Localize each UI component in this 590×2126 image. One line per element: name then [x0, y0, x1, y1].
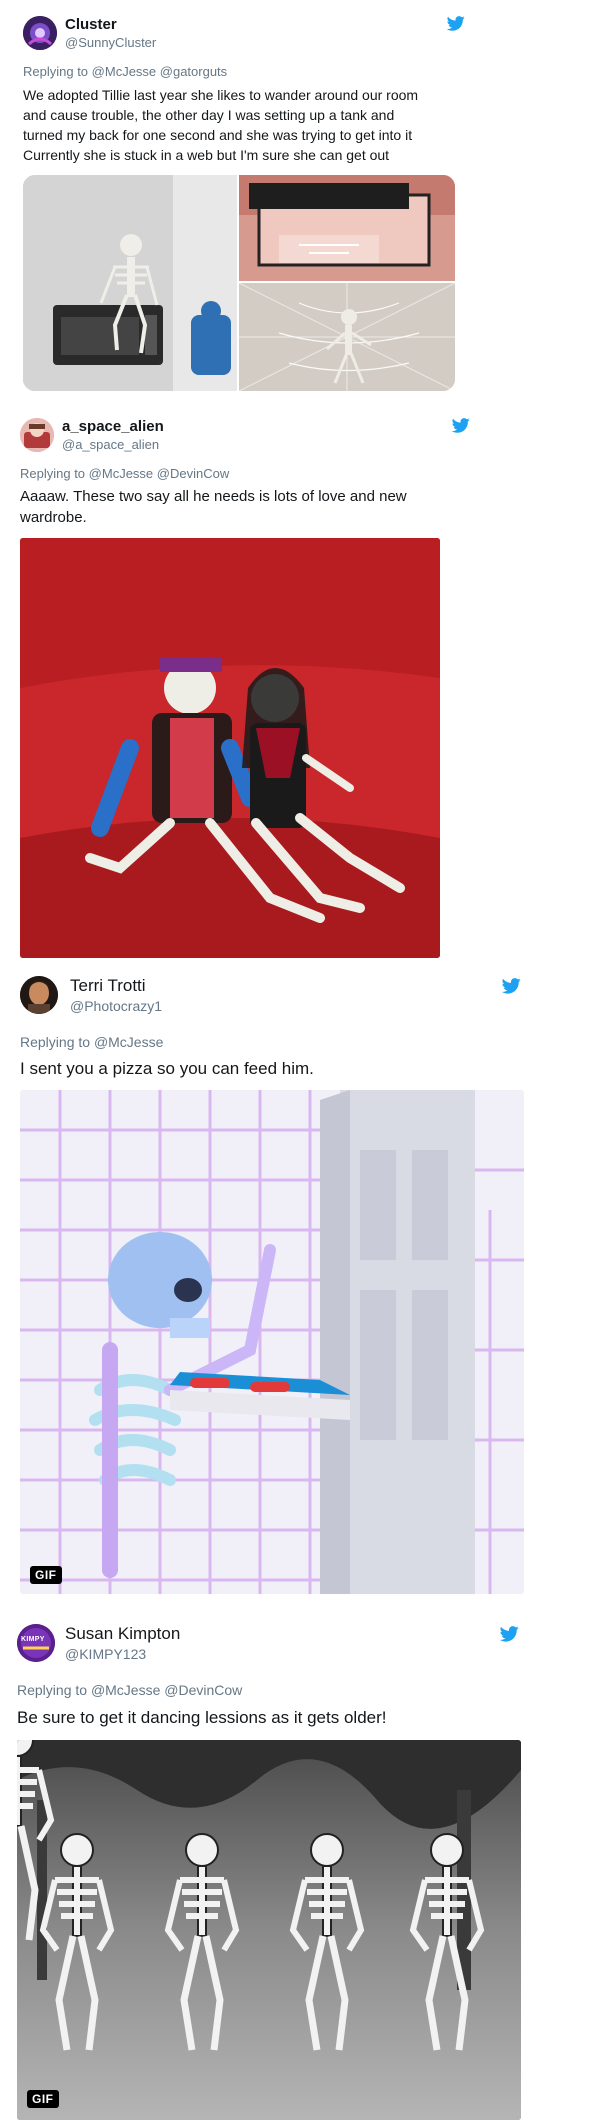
tweet-text: Be sure to get it dancing lessions as it… [17, 1706, 537, 1730]
gif-badge: GIF [30, 1566, 62, 1584]
avatar[interactable] [20, 976, 58, 1014]
user-handle[interactable]: @Photocrazy1 [70, 998, 162, 1014]
skeleton-in-spider-web-photo[interactable] [238, 282, 455, 391]
reply-mentions[interactable]: @McJesse [94, 1034, 163, 1050]
twitter-bird-icon[interactable] [501, 978, 521, 999]
tweet-text-line: I sent you a pizza so you can feed him. [20, 1059, 314, 1078]
replying-to: Replying to @McJesse @DevinCow [17, 1682, 242, 1698]
reply-mentions[interactable]: @McJesse @DevinCow [89, 466, 230, 481]
display-name[interactable]: Cluster [65, 16, 117, 33]
dancing-skeletons-cartoon-gif[interactable]: GIF [17, 1740, 521, 2120]
media-grid [23, 175, 455, 391]
user-handle[interactable]: @a_space_alien [62, 437, 159, 452]
tweet-text-line: Currently she is stuck in a web but I'm … [23, 147, 390, 163]
display-name[interactable]: a_space_alien [62, 418, 164, 435]
replying-prefix: Replying to [17, 1682, 88, 1698]
twitter-bird-icon[interactable] [446, 16, 465, 36]
twitter-bird-icon[interactable] [499, 1626, 519, 1647]
tweet-text: We adopted Tillie last year she likes to… [23, 85, 483, 165]
reply-mentions[interactable]: @McJesse @gatorguts [92, 64, 228, 79]
tweet-card[interactable]: KIMPY Susan Kimpton @KIMPY123 Replying t… [0, 1602, 590, 2126]
tweet-text-line: Be sure to get it dancing lessions as it… [17, 1708, 387, 1727]
avatar-text: KIMPY [21, 1636, 45, 1643]
tweet-text-line: turned my back for one second and she wa… [23, 127, 413, 143]
replying-prefix: Replying to [23, 64, 89, 79]
twitter-bird-icon[interactable] [451, 418, 470, 438]
replying-prefix: Replying to [20, 466, 86, 481]
display-name[interactable]: Susan Kimpton [65, 1624, 180, 1644]
avatar[interactable] [23, 16, 57, 50]
tweet-text: Aaaaw. These two say all he needs is lot… [20, 486, 460, 528]
replying-to: Replying to @McJesse @gatorguts [23, 64, 227, 79]
skeleton-in-fish-tank-photo[interactable] [239, 175, 455, 281]
skeleton-on-toaster-oven-photo[interactable] [23, 175, 237, 391]
tweet-text-line: and cause trouble, the other day I was s… [23, 107, 395, 123]
tweet-card[interactable]: Terri Trotti @Photocrazy1 Replying to @M… [0, 962, 590, 1602]
user-handle[interactable]: @SunnyCluster [65, 35, 156, 50]
tweet-text: I sent you a pizza so you can feed him. [20, 1057, 520, 1081]
two-dressed-skeletons-on-red-couch-photo[interactable] [20, 538, 440, 958]
skeleton-delivering-pizza-gif[interactable]: GIF [20, 1090, 524, 1594]
replying-to: Replying to @McJesse [20, 1034, 163, 1050]
gif-badge: GIF [27, 2090, 59, 2108]
display-name[interactable]: Terri Trotti [70, 976, 146, 996]
avatar[interactable]: KIMPY [17, 1624, 55, 1662]
reply-mentions[interactable]: @McJesse @DevinCow [91, 1682, 242, 1698]
tweet-text-line: wardrobe. [20, 509, 87, 526]
tweet-text-line: Aaaaw. These two say all he needs is lot… [20, 488, 407, 505]
tweet-card[interactable]: a_space_alien @a_space_alien Replying to… [0, 402, 590, 962]
replying-prefix: Replying to [20, 1034, 91, 1050]
tweet-card[interactable]: Cluster @SunnyCluster Replying to @McJes… [0, 0, 590, 402]
replying-to: Replying to @McJesse @DevinCow [20, 466, 229, 481]
tweet-text-line: We adopted Tillie last year she likes to… [23, 87, 419, 103]
avatar[interactable] [20, 418, 54, 452]
user-handle[interactable]: @KIMPY123 [65, 1646, 146, 1662]
